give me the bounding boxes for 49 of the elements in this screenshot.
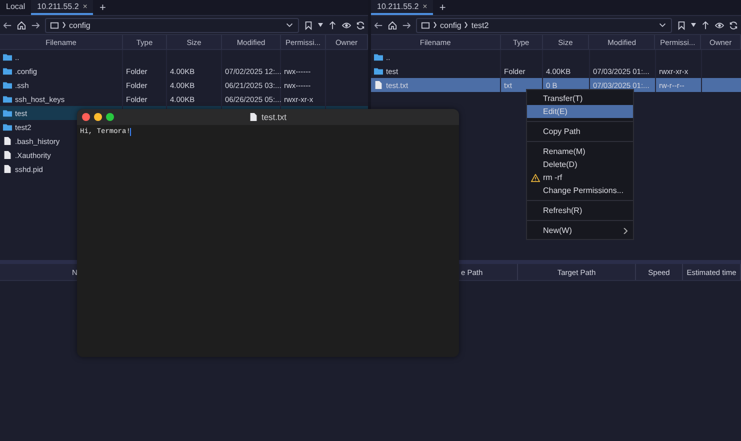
add-tab-button[interactable]: + (93, 2, 112, 14)
minimize-button[interactable] (94, 113, 102, 121)
window-title: test.txt (261, 112, 287, 122)
refresh-icon[interactable] (729, 20, 738, 30)
add-tab-button[interactable]: + (433, 2, 452, 14)
dropdown-icon[interactable] (285, 20, 294, 30)
monitor-icon (421, 20, 430, 30)
menu-item[interactable]: Delete(D) (527, 158, 633, 171)
back-arrow-icon[interactable] (374, 20, 383, 30)
dropdown-icon[interactable] (658, 20, 667, 30)
warning-icon (531, 174, 540, 182)
tab[interactable]: Local (0, 0, 32, 15)
menu-item[interactable]: Refresh(R) (527, 204, 633, 217)
eye-icon[interactable] (342, 20, 351, 30)
forward-arrow-icon[interactable] (31, 20, 40, 30)
home-icon[interactable] (17, 20, 26, 30)
chevron-icon (62, 22, 66, 28)
eye-icon[interactable] (715, 20, 724, 30)
chevron-icon (433, 22, 437, 28)
text-cursor (130, 128, 132, 136)
menu-item[interactable]: New(W) (527, 224, 633, 237)
caret-icon[interactable] (691, 23, 696, 27)
menu-item[interactable]: rm -rf (527, 171, 633, 184)
tab[interactable]: 10.211.55.2 × (31, 0, 94, 15)
file-icon (249, 113, 258, 121)
chevron-icon (464, 22, 468, 28)
up-arrow-icon[interactable] (328, 20, 337, 30)
refresh-icon[interactable] (356, 20, 365, 30)
bookmark-icon[interactable] (304, 20, 313, 30)
close-icon[interactable]: × (422, 2, 428, 11)
tab[interactable]: 10.211.55.2 × (371, 0, 434, 15)
menu-item[interactable]: Edit(E) (527, 105, 633, 118)
back-arrow-icon[interactable] (3, 20, 12, 30)
up-arrow-icon[interactable] (701, 20, 710, 30)
menu-item[interactable]: Change Permissions... (527, 184, 633, 197)
monitor-icon (50, 20, 59, 30)
path-field[interactable]: config (45, 18, 299, 32)
path-field[interactable]: config test2 (416, 18, 672, 32)
zoom-button[interactable] (106, 113, 114, 121)
home-icon[interactable] (388, 20, 397, 30)
menu-item[interactable]: Transfer(T) (527, 92, 633, 105)
caret-icon[interactable] (318, 23, 323, 27)
close-button[interactable] (82, 113, 90, 121)
menu-item[interactable]: Copy Path (527, 125, 633, 138)
close-icon[interactable]: × (82, 2, 88, 11)
menu-item[interactable]: Rename(M) (527, 145, 633, 158)
forward-arrow-icon[interactable] (402, 20, 411, 30)
file-icon (374, 81, 383, 89)
bookmark-icon[interactable] (677, 20, 686, 30)
